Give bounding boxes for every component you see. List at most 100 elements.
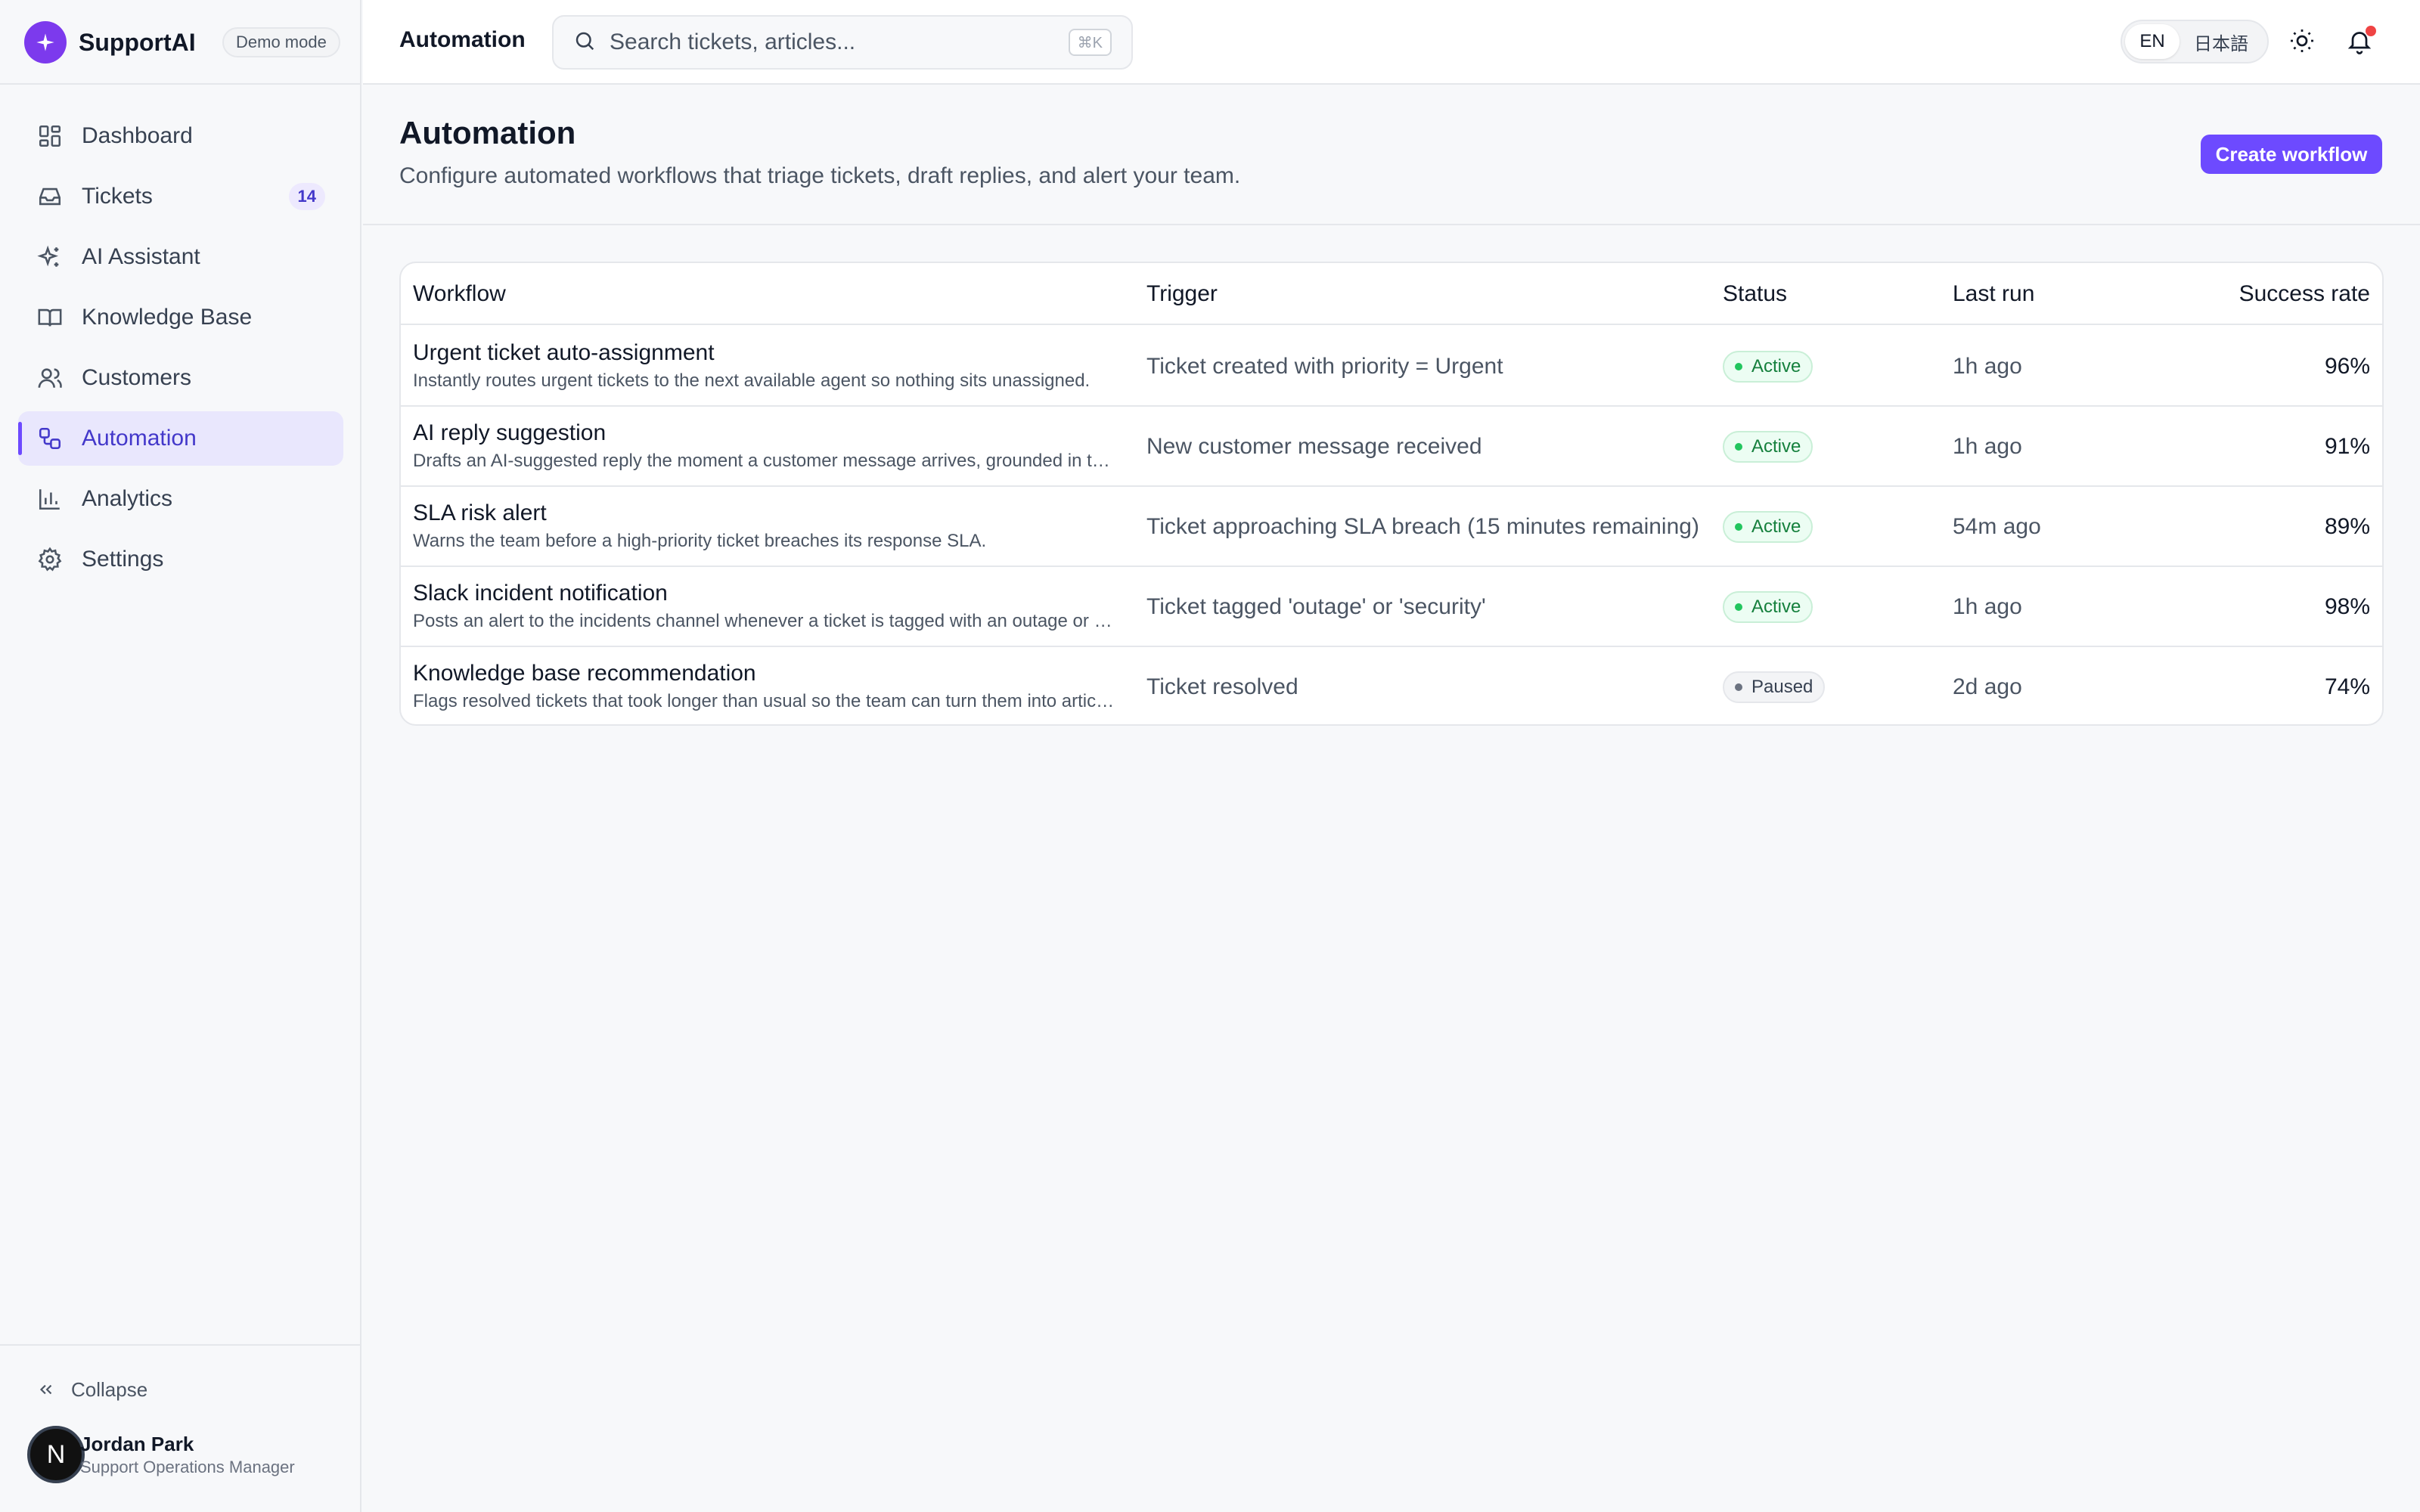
search-box[interactable]: ⌘K [552,15,1133,70]
top-bar-title: Automation [399,27,526,52]
theme-toggle-button[interactable] [2287,27,2317,57]
workflow-last-run: 1h ago [1953,434,2022,459]
collapse-label: Collapse [71,1377,148,1401]
table-row[interactable]: Slack incident notification Posts an ale… [401,567,2382,647]
workflow-description: Drafts an AI-suggested reply the moment … [413,451,1116,471]
workflow-icon [36,425,64,452]
workflow-last-run: 1h ago [1953,594,2022,619]
status-dot [1735,523,1742,531]
brand-name: SupportAI [79,28,196,56]
sidebar-item-label: Analytics [82,486,173,511]
workflow-success-rate: 74% [2324,674,2370,699]
notification-dot [2366,26,2376,36]
search-shortcut-hint: ⌘K [1068,29,1112,56]
sidebar-divider [0,1344,361,1346]
workflow-description: Instantly routes urgent tickets to the n… [413,370,1091,391]
brand[interactable]: SupportAI [24,21,196,64]
top-bar: Automation ⌘K EN 日本語 [363,0,2420,85]
sidebar-item-label: Knowledge Base [82,305,253,330]
status-dot [1735,603,1742,611]
workflow-description: Posts an alert to the incidents channel … [413,611,1116,631]
tickets-count-badge: 14 [288,183,325,210]
status-label: Paused [1751,677,1813,697]
sidebar-item-customers[interactable]: Customers [18,351,343,405]
notifications-button[interactable] [2344,26,2376,57]
workflows-table: Workflow Trigger Status Last run Success… [399,262,2384,726]
status-badge: Active [1723,431,1813,463]
column-header-last-run[interactable]: Last run [1953,281,2034,307]
collapse-button[interactable]: Collapse [36,1374,147,1405]
workflow-name: Urgent ticket auto-assignment [413,340,715,365]
sidebar-item-label: Dashboard [82,123,193,148]
workflow-last-run: 1h ago [1953,354,2022,379]
sidebar-item-automation[interactable]: Automation [18,411,343,466]
sidebar-item-tickets[interactable]: Tickets 14 [18,169,343,224]
workflow-trigger: Ticket resolved [1146,674,1298,699]
page-title: Automation [399,115,576,150]
status-label: Active [1751,436,1801,457]
inbox-icon [36,183,64,210]
users-icon [36,364,64,392]
user-info: Jordan Park Support Operations Manager [80,1433,295,1477]
sparkles-icon [36,243,64,271]
status-label: Active [1751,356,1801,376]
column-header-success-rate[interactable]: Success rate [2239,281,2370,307]
workflow-name: AI reply suggestion [413,420,607,445]
user-name: Jordan Park [80,1432,194,1455]
workflow-trigger: Ticket approaching SLA breach (15 minute… [1146,514,1699,539]
status-badge: Active [1723,591,1813,623]
column-header-workflow[interactable]: Workflow [413,281,506,307]
sun-icon [2288,27,2316,58]
column-header-status[interactable]: Status [1723,281,1787,307]
workflow-trigger: Ticket created with priority = Urgent [1146,354,1503,379]
sidebar-item-knowledge-base[interactable]: Knowledge Base [18,290,343,345]
workflow-name: Knowledge base recommendation [413,661,756,686]
sidebar-item-analytics[interactable]: Analytics [18,472,343,526]
table-header: Workflow Trigger Status Last run Success… [401,263,2382,325]
sidebar-nav: Dashboard Tickets 14 AI Assistant Knowle… [18,109,343,593]
sidebar-item-dashboard[interactable]: Dashboard [18,109,343,163]
workflow-last-run: 2d ago [1953,674,2022,699]
workflow-trigger: Ticket tagged 'outage' or 'security' [1146,594,1486,619]
status-badge: Active [1723,351,1813,383]
column-header-trigger[interactable]: Trigger [1146,281,1218,307]
status-label: Active [1751,516,1801,537]
user-profile[interactable]: N Jordan Park Support Operations Manager [27,1424,295,1485]
bar-chart-icon [36,485,64,513]
search-icon [573,29,596,56]
workflow-trigger: New customer message received [1146,434,1482,459]
status-badge: Paused [1723,671,1826,703]
sidebar-item-label: Settings [82,547,164,572]
search-input[interactable] [610,29,1033,55]
language-option-ja[interactable]: 日本語 [2180,24,2263,59]
status-badge: Active [1723,511,1813,543]
sparkle-logo-icon [24,21,67,64]
workflow-success-rate: 96% [2324,354,2370,379]
user-role: Support Operations Manager [80,1457,295,1476]
workflow-success-rate: 89% [2324,514,2370,539]
sidebar: SupportAI Demo mode Dashboard Tickets 14… [0,0,361,1512]
book-icon [36,304,64,331]
table-row[interactable]: SLA risk alert Warns the team before a h… [401,487,2382,567]
demo-mode-badge: Demo mode [222,27,340,57]
create-workflow-button[interactable]: Create workflow [2201,135,2382,174]
language-option-en[interactable]: EN [2125,24,2180,59]
sidebar-item-label: Customers [82,365,192,390]
workflow-name: SLA risk alert [413,500,547,525]
workflow-success-rate: 91% [2324,434,2370,459]
sidebar-item-settings[interactable]: Settings [18,532,343,587]
workflow-description: Warns the team before a high-priority ti… [413,531,987,551]
sidebar-item-ai-assistant[interactable]: AI Assistant [18,230,343,284]
language-switcher: EN 日本語 [2121,20,2269,64]
chevrons-left-icon [36,1380,56,1399]
table-row[interactable]: Knowledge base recommendation Flags reso… [401,647,2382,724]
table-row[interactable]: Urgent ticket auto-assignment Instantly … [401,327,2382,407]
status-dot [1735,683,1742,691]
table-row[interactable]: AI reply suggestion Drafts an AI-suggest… [401,407,2382,487]
page-subtitle: Configure automated workflows that triag… [399,163,1241,188]
status-dot [1735,443,1742,451]
status-label: Active [1751,596,1801,617]
avatar: N [27,1426,85,1483]
status-dot [1735,363,1742,370]
sidebar-item-label: AI Assistant [82,244,200,269]
